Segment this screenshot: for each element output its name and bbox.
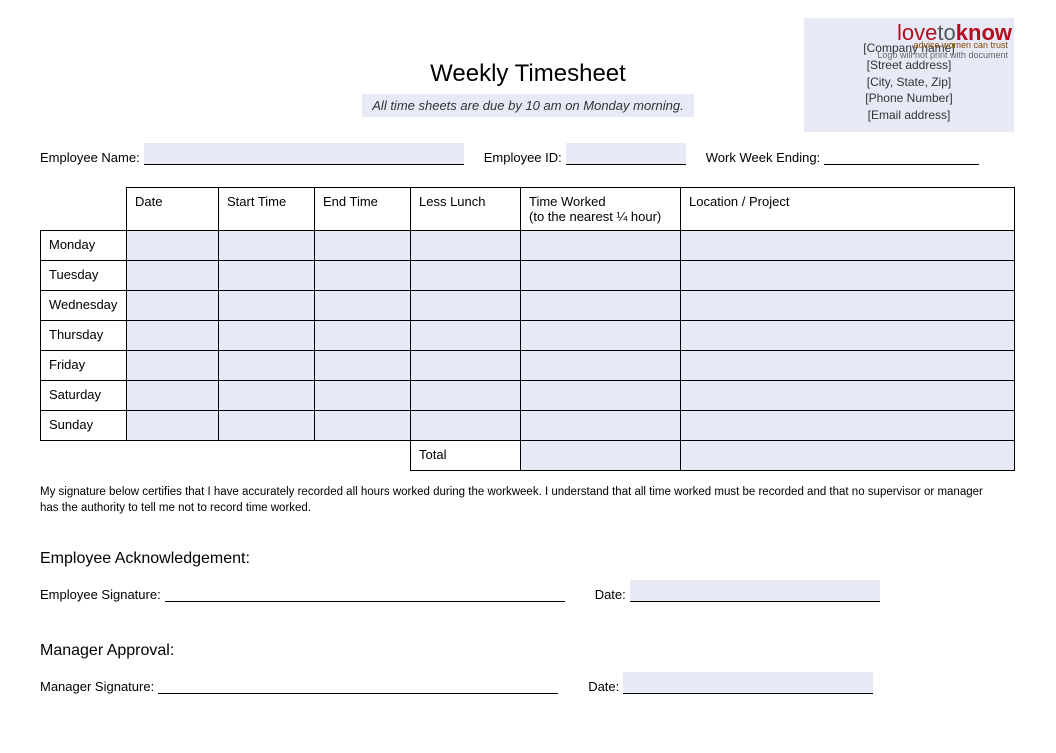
cell-date[interactable] [127, 261, 219, 291]
manager-sig-label: Manager Signature: [40, 679, 154, 694]
cell-worked[interactable] [521, 321, 681, 351]
cell-lunch[interactable] [411, 351, 521, 381]
employee-ack-heading: Employee Acknowledgement: [40, 550, 1016, 568]
certification-text: My signature below certifies that I have… [40, 485, 1000, 516]
cell-worked[interactable] [521, 381, 681, 411]
cell-date[interactable] [127, 231, 219, 261]
cell-date[interactable] [127, 321, 219, 351]
cell-location[interactable] [681, 381, 1015, 411]
cell-location[interactable] [681, 291, 1015, 321]
cell-worked[interactable] [521, 291, 681, 321]
employee-date-label: Date: [595, 587, 626, 602]
cell-end[interactable] [315, 261, 411, 291]
employee-date-field[interactable] [630, 580, 880, 602]
table-row: Thursday [41, 321, 1015, 351]
day-label: Tuesday [41, 261, 127, 291]
cell-lunch[interactable] [411, 291, 521, 321]
cell-end[interactable] [315, 381, 411, 411]
logo-print-note: Logo will not print with document [877, 50, 1008, 60]
day-label: Sunday [41, 411, 127, 441]
work-week-field[interactable] [824, 143, 979, 165]
cell-worked[interactable] [521, 351, 681, 381]
company-city: [City, State, Zip] [812, 74, 1006, 91]
cell-date[interactable] [127, 351, 219, 381]
cell-end[interactable] [315, 231, 411, 261]
table-row: Sunday [41, 411, 1015, 441]
cell-lunch[interactable] [411, 261, 521, 291]
header-end: End Time [315, 188, 411, 231]
cell-worked[interactable] [521, 261, 681, 291]
manager-signature-field[interactable] [158, 672, 558, 694]
cell-date[interactable] [127, 411, 219, 441]
cell-lunch[interactable] [411, 231, 521, 261]
cell-end[interactable] [315, 291, 411, 321]
cell-date[interactable] [127, 291, 219, 321]
employee-id-label: Employee ID: [484, 150, 562, 165]
manager-date-field[interactable] [623, 672, 873, 694]
cell-start[interactable] [219, 381, 315, 411]
cell-lunch[interactable] [411, 321, 521, 351]
employee-id-field[interactable] [566, 143, 686, 165]
cell-location[interactable] [681, 261, 1015, 291]
total-label: Total [411, 441, 521, 471]
cell-worked[interactable] [521, 411, 681, 441]
table-row: Monday [41, 231, 1015, 261]
table-row: Tuesday [41, 261, 1015, 291]
cell-location[interactable] [681, 231, 1015, 261]
cell-start[interactable] [219, 321, 315, 351]
timesheet-table: Date Start Time End Time Less Lunch Time… [40, 187, 1015, 471]
info-row: Employee Name: Employee ID: Work Week En… [40, 143, 1016, 165]
cell-location[interactable] [681, 321, 1015, 351]
cell-lunch[interactable] [411, 381, 521, 411]
day-label: Monday [41, 231, 127, 261]
table-row: Wednesday [41, 291, 1015, 321]
work-week-label: Work Week Ending: [706, 150, 820, 165]
header-location: Location / Project [681, 188, 1015, 231]
company-phone: [Phone Number] [812, 90, 1006, 107]
cell-end[interactable] [315, 411, 411, 441]
cell-start[interactable] [219, 411, 315, 441]
header-start: Start Time [219, 188, 315, 231]
total-location[interactable] [681, 441, 1015, 471]
header-lunch: Less Lunch [411, 188, 521, 231]
header-worked: Time Worked (to the nearest ¼ hour) [521, 188, 681, 231]
table-row: Saturday [41, 381, 1015, 411]
page: lovetoknow advice women can trust Logo w… [0, 0, 1056, 694]
manager-date-label: Date: [588, 679, 619, 694]
total-row: Total [41, 441, 1015, 471]
cell-location[interactable] [681, 351, 1015, 381]
cell-start[interactable] [219, 291, 315, 321]
cell-start[interactable] [219, 231, 315, 261]
cell-location[interactable] [681, 411, 1015, 441]
manager-approval-heading: Manager Approval: [40, 642, 1016, 660]
employee-sig-label: Employee Signature: [40, 587, 161, 602]
page-subtitle: All time sheets are due by 10 am on Mond… [362, 94, 693, 117]
total-worked[interactable] [521, 441, 681, 471]
employee-name-field[interactable] [144, 143, 464, 165]
company-email: [Email address] [812, 107, 1006, 124]
cell-end[interactable] [315, 351, 411, 381]
cell-end[interactable] [315, 321, 411, 351]
brand-tagline: advice women can trust [913, 40, 1008, 50]
employee-name-label: Employee Name: [40, 150, 140, 165]
day-label: Wednesday [41, 291, 127, 321]
cell-start[interactable] [219, 261, 315, 291]
header-date: Date [127, 188, 219, 231]
cell-lunch[interactable] [411, 411, 521, 441]
employee-signature-field[interactable] [165, 580, 565, 602]
day-label: Thursday [41, 321, 127, 351]
cell-start[interactable] [219, 351, 315, 381]
table-row: Friday [41, 351, 1015, 381]
day-label: Saturday [41, 381, 127, 411]
cell-worked[interactable] [521, 231, 681, 261]
day-label: Friday [41, 351, 127, 381]
cell-date[interactable] [127, 381, 219, 411]
